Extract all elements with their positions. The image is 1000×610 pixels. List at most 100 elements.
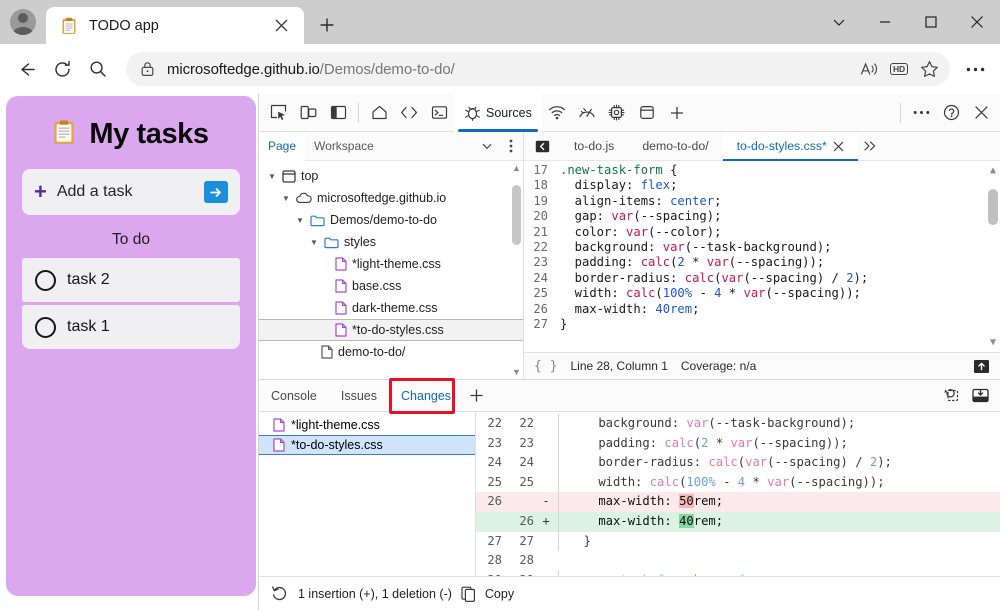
add-panel-plus-icon[interactable] <box>662 98 692 128</box>
pretty-print-braces-icon[interactable]: { } <box>534 359 557 374</box>
copy-label[interactable]: Copy <box>485 587 514 601</box>
maximize-icon[interactable] <box>908 0 954 44</box>
source-tab-to-do-styles-css[interactable]: to-do-styles.css* <box>723 132 858 161</box>
line-number: 24 <box>524 271 560 286</box>
devtools-panel: Sources <box>258 94 1000 610</box>
tab-sources[interactable]: Sources <box>454 94 542 132</box>
welcome-home-icon[interactable] <box>364 98 394 128</box>
drawer-tab-console[interactable]: Console <box>259 380 329 412</box>
address-bar[interactable]: microsoftedge.github.io/Demos/demo-to-do… <box>126 52 950 86</box>
back-arrow-icon[interactable] <box>8 51 44 87</box>
reload-icon[interactable] <box>44 51 80 87</box>
profile-button[interactable] <box>0 0 46 44</box>
code-editor[interactable]: 17.new-task-form {18 display: flex;19 al… <box>524 161 1000 352</box>
double-chevron-right-icon[interactable] <box>858 134 882 158</box>
drawer-tab-changes[interactable]: Changes <box>389 380 463 412</box>
task-label: task 1 <box>67 318 110 336</box>
source-tab-demo-to-do[interactable]: demo-to-do/ <box>628 132 722 161</box>
new-task-input[interactable]: Add a task <box>57 183 194 201</box>
task-item[interactable]: task 2 <box>22 258 240 302</box>
tree-row[interactable]: *light-theme.css <box>259 253 523 275</box>
chevron-down-icon[interactable] <box>475 134 499 158</box>
close-icon[interactable] <box>268 13 294 39</box>
read-aloud-icon[interactable] <box>854 54 884 84</box>
navigator-tab-page[interactable]: Page <box>259 132 305 161</box>
caret-expanded-icon[interactable]: ▼ <box>295 216 305 225</box>
diff-old-line-number: 22 <box>476 414 502 434</box>
console-terminal-icon[interactable] <box>424 98 454 128</box>
dock-drawer-icon[interactable] <box>968 384 992 408</box>
kebab-menu-icon[interactable] <box>499 134 523 158</box>
tree-row[interactable]: demo-to-do/ <box>259 341 523 363</box>
caret-expanded-icon[interactable]: ▼ <box>309 238 319 247</box>
help-question-icon[interactable] <box>936 98 966 128</box>
editor-scrollbar[interactable]: ▲ ▼ <box>987 163 999 350</box>
arrow-right-icon[interactable] <box>204 181 228 203</box>
tree-row[interactable]: ▼ top <box>259 165 523 187</box>
minimize-icon[interactable] <box>862 0 908 44</box>
scrollbar-thumb[interactable] <box>988 189 998 225</box>
tree-row-selected[interactable]: *to-do-styles.css <box>259 319 523 341</box>
caret-expanded-icon[interactable]: ▼ <box>267 172 277 181</box>
ellipsis-icon[interactable] <box>958 52 992 86</box>
search-icon[interactable] <box>80 51 116 87</box>
caret-expanded-icon[interactable]: ▼ <box>281 194 291 203</box>
line-number: 27 <box>524 317 560 332</box>
tree-row[interactable]: ▼ Demos/demo-to-do <box>259 209 523 231</box>
close-icon[interactable] <box>833 141 844 152</box>
circle-unchecked-icon[interactable] <box>35 270 56 291</box>
line-number: 23 <box>524 255 560 270</box>
code-line: 19 align-items: center; <box>524 194 1000 209</box>
show-in-panel-icon[interactable] <box>973 359 990 374</box>
frame-icon <box>282 170 296 183</box>
inspect-element-icon[interactable] <box>263 98 293 128</box>
elements-code-icon[interactable] <box>394 98 424 128</box>
add-drawer-tab-plus-icon[interactable] <box>463 383 489 409</box>
diff-new-line-number: 25 <box>502 473 534 493</box>
devtools-ellipsis-icon[interactable] <box>906 98 936 128</box>
close-icon[interactable] <box>954 0 1000 44</box>
sources-navigator: Page Workspace ▼ <box>259 132 524 379</box>
navigator-toggle-icon[interactable] <box>530 134 554 158</box>
navigator-scrollbar[interactable]: ▲ ▼ <box>511 163 522 377</box>
performance-gauge-icon[interactable] <box>572 98 602 128</box>
code-text: display: flex; <box>560 178 677 193</box>
tree-row[interactable]: ▼ styles <box>259 231 523 253</box>
chevron-down-icon[interactable] <box>816 0 862 44</box>
application-database-icon[interactable] <box>632 98 662 128</box>
browser-tab[interactable]: TODO app <box>46 7 304 44</box>
revert-icon[interactable] <box>271 586 289 602</box>
changed-file-row-selected[interactable]: *to-do-styles.css <box>259 435 475 455</box>
tree-row[interactable]: ▼ microsoftedge.github.io <box>259 187 523 209</box>
tree-row[interactable]: dark-theme.css <box>259 297 523 319</box>
css-file-icon <box>335 257 347 271</box>
scrollbar-thumb[interactable] <box>512 185 521 245</box>
scroll-up-arrow-icon[interactable]: ▲ <box>987 163 999 178</box>
todo-title-text: My tasks <box>89 118 208 151</box>
new-task-form[interactable]: + Add a task <box>22 169 240 215</box>
devtools-close-icon[interactable] <box>966 98 996 128</box>
device-emulation-icon[interactable] <box>293 98 323 128</box>
scroll-up-arrow-icon[interactable]: ▲ <box>511 163 522 173</box>
circle-unchecked-icon[interactable] <box>35 317 56 338</box>
scroll-down-arrow-icon[interactable]: ▼ <box>987 335 999 350</box>
diff-view[interactable]: 2222 background: var(--task-background);… <box>476 412 1000 576</box>
hd-badge-icon[interactable]: HD <box>884 54 914 84</box>
diff-text: } <box>558 532 591 552</box>
dock-side-icon[interactable] <box>323 98 353 128</box>
task-item[interactable]: task 1 <box>22 305 240 349</box>
new-tab-button[interactable] <box>310 8 344 42</box>
scroll-down-arrow-icon[interactable]: ▼ <box>511 367 522 377</box>
navigator-tab-workspace[interactable]: Workspace <box>305 132 383 161</box>
tree-row[interactable]: base.css <box>259 275 523 297</box>
network-wifi-icon[interactable] <box>542 98 572 128</box>
revert-all-icon[interactable] <box>938 384 962 408</box>
copy-icon[interactable] <box>461 586 476 602</box>
line-number: 19 <box>524 194 560 209</box>
source-tab-to-do-js[interactable]: to-do.js <box>560 132 628 161</box>
drawer-tab-issues[interactable]: Issues <box>329 380 389 412</box>
star-icon[interactable] <box>914 54 944 84</box>
changed-file-row[interactable]: *light-theme.css <box>259 415 475 435</box>
task-label: task 2 <box>67 271 110 289</box>
memory-chip-icon[interactable] <box>602 98 632 128</box>
